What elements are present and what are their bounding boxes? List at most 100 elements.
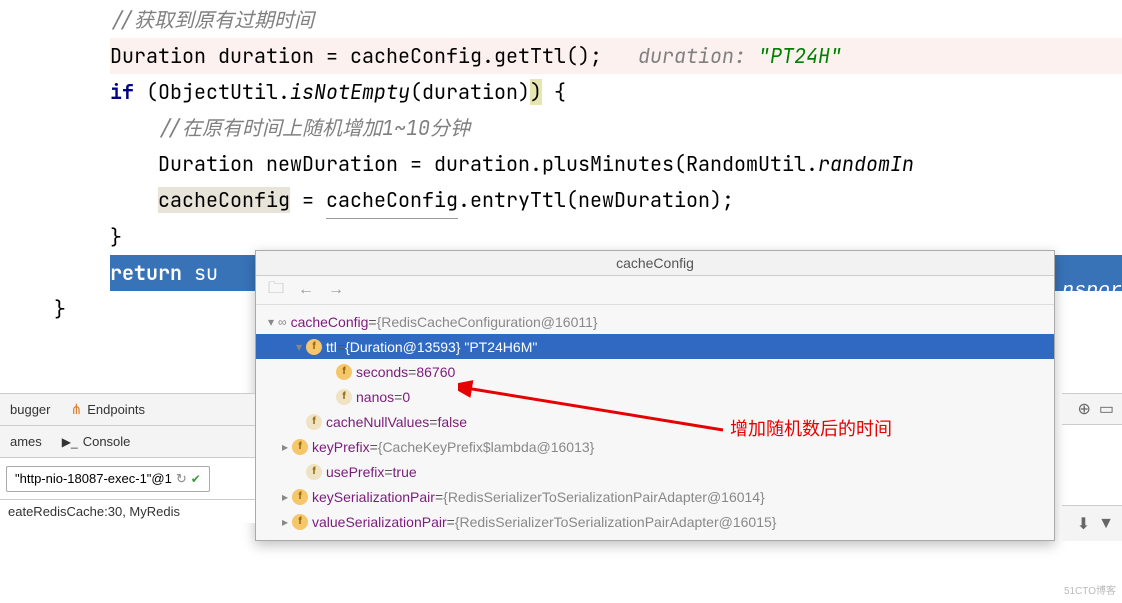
- tab-endpoints[interactable]: ⋔ Endpoints: [70, 401, 145, 418]
- truncated-text-right: nsport: [1062, 280, 1122, 303]
- code-text: su: [182, 260, 218, 286]
- stack-frame[interactable]: eateRedisCache:30, MyRedis: [0, 500, 255, 523]
- var-name: seconds: [356, 364, 408, 380]
- field-badge-icon: f: [306, 464, 322, 480]
- popup-toolbar: 🗀 ← →: [256, 276, 1054, 305]
- code-text: .entryTtl(newDuration);: [458, 187, 734, 213]
- tab-debugger[interactable]: bugger: [10, 402, 50, 417]
- equals-sign: =: [429, 414, 437, 430]
- var-name: cacheConfig: [291, 314, 369, 330]
- var-value: {RedisCacheConfiguration@16011}: [377, 314, 598, 330]
- code-text: (duration): [410, 79, 530, 105]
- code-text: Duration newDuration = duration.plusMinu…: [110, 151, 818, 177]
- var-value: 0: [402, 389, 410, 405]
- chevron-right-icon[interactable]: ▸: [278, 515, 292, 529]
- download-icon[interactable]: ⬇: [1077, 514, 1090, 534]
- tab-label: Console: [83, 434, 131, 449]
- var-name: keySerializationPair: [312, 489, 435, 505]
- var-name: nanos: [356, 389, 394, 405]
- var-name: valueSerializationPair: [312, 514, 447, 530]
- tree-row[interactable]: fusePrefix = true: [256, 459, 1054, 484]
- layout-icon[interactable]: ▭: [1099, 399, 1114, 419]
- equals-sign: =: [394, 389, 402, 405]
- field-badge-icon: f: [336, 389, 352, 405]
- tab-console[interactable]: ▶_ Console: [62, 434, 131, 449]
- tree-row[interactable]: ▾fttl = {Duration@13593} "PT24H6M": [256, 334, 1054, 359]
- tree-row[interactable]: fseconds = 86760: [256, 359, 1054, 384]
- variable-highlight: cacheConfig: [158, 187, 290, 213]
- check-icon: ✔: [191, 472, 201, 486]
- tree-root-row[interactable]: ▾ ∞ cacheConfig = {RedisCacheConfigurati…: [256, 309, 1054, 334]
- var-name: cacheNullValues: [326, 414, 429, 430]
- var-value: {RedisSerializerToSerializationPairAdapt…: [443, 489, 765, 505]
- var-name: keyPrefix: [312, 439, 370, 455]
- tab-frames[interactable]: ames: [10, 434, 42, 449]
- var-name: usePrefix: [326, 464, 384, 480]
- thread-selector[interactable]: "http-nio-18087-exec-1"@1 ↻ ✔: [6, 466, 210, 492]
- method-call: getTtl: [494, 43, 566, 69]
- equals-sign: =: [370, 439, 378, 455]
- target-icon[interactable]: ⊕: [1077, 399, 1090, 419]
- code-text: Duration duration = cacheConfig.: [110, 43, 494, 69]
- field-badge-icon: f: [306, 414, 322, 430]
- equals-sign: =: [447, 514, 455, 530]
- tree-row[interactable]: ▸fkeySerializationPair = {RedisSerialize…: [256, 484, 1054, 509]
- var-value: 86760: [416, 364, 455, 380]
- stack-frame-label: eateRedisCache:30, MyRedis: [8, 504, 180, 519]
- field-badge-icon: f: [292, 489, 308, 505]
- field-badge-icon: f: [336, 364, 352, 380]
- refresh-icon[interactable]: ↻: [176, 471, 187, 487]
- forward-icon[interactable]: →: [326, 280, 346, 300]
- debug-inlay-value: "PT24H": [758, 43, 842, 69]
- debug-tabs-row2: ames ▶_ Console: [0, 426, 255, 458]
- thread-name: "http-nio-18087-exec-1"@1: [15, 471, 172, 486]
- watermark: 51CTO博客: [1064, 582, 1116, 597]
- chevron-down-icon[interactable]: ▾: [264, 315, 278, 329]
- keyword-return: return: [110, 260, 182, 286]
- var-value: true: [393, 464, 417, 480]
- equals-sign: =: [337, 339, 345, 355]
- equals-sign: =: [435, 489, 443, 505]
- keyword-if: if: [110, 79, 134, 105]
- infinity-icon: ∞: [278, 315, 287, 329]
- back-icon[interactable]: ←: [296, 280, 316, 300]
- chevron-down-icon[interactable]: ▾: [292, 340, 306, 354]
- filter-icon[interactable]: ▼: [1098, 515, 1114, 533]
- console-icon: ▶_: [62, 435, 78, 449]
- var-value: {RedisSerializerToSerializationPairAdapt…: [455, 514, 777, 530]
- field-badge-icon: f: [292, 514, 308, 530]
- endpoints-icon: ⋔: [70, 401, 82, 418]
- right-toolbar-1: ⊕ ▭: [1062, 393, 1122, 425]
- code-text: =: [290, 187, 326, 213]
- debug-tabs-row1: bugger ⋔ Endpoints: [0, 394, 255, 426]
- tree-row[interactable]: fcacheNullValues = false: [256, 409, 1054, 434]
- equals-sign: =: [408, 364, 416, 380]
- tab-label: ames: [10, 434, 42, 449]
- chevron-right-icon[interactable]: ▸: [278, 440, 292, 454]
- code-text: {: [542, 79, 566, 105]
- code-text: (ObjectUtil.: [134, 79, 290, 105]
- folder-icon[interactable]: 🗀: [266, 280, 286, 300]
- evaluate-popup[interactable]: cacheConfig 🗀 ← → ▾ ∞ cacheConfig = {Red…: [255, 250, 1055, 541]
- debug-inlay-label: duration:: [602, 43, 758, 69]
- tree-row[interactable]: ▸fvalueSerializationPair = {RedisSeriali…: [256, 509, 1054, 534]
- tab-label: bugger: [10, 402, 50, 417]
- code-comment: //在原有时间上随机增加1~10分钟: [110, 115, 470, 141]
- popup-title: cacheConfig: [256, 251, 1054, 276]
- var-value: {Duration@13593} "PT24H6M": [345, 339, 537, 355]
- method-call: isNotEmpty: [290, 79, 410, 105]
- var-name: ttl: [326, 339, 337, 355]
- tab-label: Endpoints: [87, 402, 145, 417]
- tree-row[interactable]: ▸fkeyPrefix = {CacheKeyPrefix$lambda@160…: [256, 434, 1054, 459]
- method-call: randomIn: [818, 151, 914, 177]
- code-text: }: [54, 296, 66, 322]
- code-comment: //获取到原有过期时间: [110, 7, 314, 33]
- code-text: }: [110, 224, 122, 250]
- chevron-right-icon[interactable]: ▸: [278, 490, 292, 504]
- field-badge-icon: f: [306, 339, 322, 355]
- tree-row[interactable]: fnanos = 0: [256, 384, 1054, 409]
- variables-tree[interactable]: ▾ ∞ cacheConfig = {RedisCacheConfigurati…: [256, 305, 1054, 540]
- right-toolbar-2: ⬇ ▼: [1062, 505, 1122, 541]
- var-value: false: [437, 414, 467, 430]
- debug-panel[interactable]: bugger ⋔ Endpoints ames ▶_ Console "http-n…: [0, 393, 255, 523]
